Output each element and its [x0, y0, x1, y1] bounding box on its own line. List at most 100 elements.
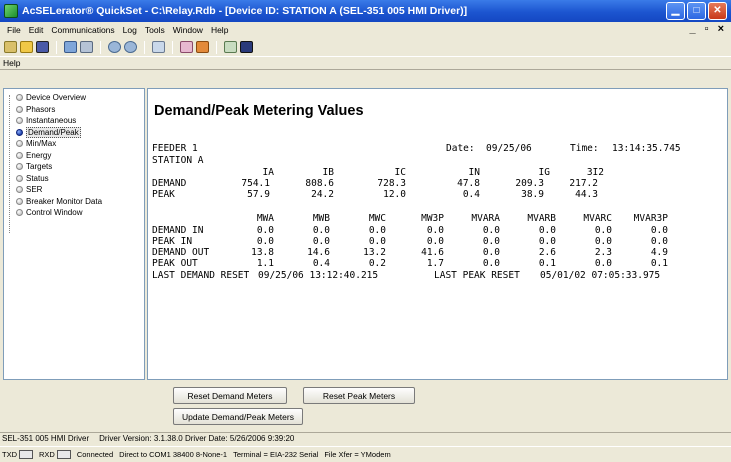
save-icon[interactable] — [36, 41, 49, 53]
table-cell: 0.0 — [538, 236, 556, 247]
table-cell: 808.6 — [305, 178, 334, 189]
nav-item-breaker-monitor-data[interactable]: Breaker Monitor Data — [4, 196, 144, 208]
nav-item-control-window[interactable]: Control Window — [4, 207, 144, 219]
table-cell: 0.2 — [368, 258, 386, 269]
col-header-mwa: MWA — [256, 213, 274, 224]
port-settings: Direct to COM1 38400 8-None-1 — [119, 449, 228, 459]
row-label-demand-out: DEMAND OUT — [152, 247, 210, 258]
terminal-icon[interactable] — [152, 41, 165, 53]
date-value: 09/25/06 — [486, 143, 532, 154]
menu-help[interactable]: Help — [207, 25, 232, 35]
table-cell: 0.1 — [538, 258, 556, 269]
read-icon[interactable] — [64, 41, 77, 53]
col-header-ic: IC — [394, 167, 406, 178]
feeder-label: FEEDER 1 — [152, 143, 198, 154]
table-cell: 0.0 — [594, 225, 612, 236]
help-search-icon[interactable] — [224, 41, 237, 53]
open-folder-icon[interactable] — [20, 41, 33, 53]
time-value: 13:14:35.745 — [612, 143, 681, 154]
nav-item-instantaneous[interactable]: Instantaneous — [4, 115, 144, 127]
rxd-indicator: RXD — [39, 448, 71, 462]
radio-dot-icon — [16, 209, 23, 216]
table-cell: 47.8 — [457, 178, 480, 189]
radio-dot-selected-icon — [16, 128, 23, 136]
help-bar[interactable]: Help — [0, 56, 731, 70]
table-cell: 0.4 — [312, 258, 330, 269]
new-settings-icon[interactable] — [4, 41, 17, 53]
radio-dot-icon — [16, 186, 23, 193]
table-cell: 0.0 — [650, 225, 668, 236]
last-peak-reset-label: LAST PEAK RESET — [434, 270, 520, 281]
col-header-ig: IG — [538, 167, 550, 178]
menu-tools[interactable]: Tools — [141, 25, 169, 35]
row-label-peak: PEAK — [152, 189, 175, 200]
col-header-mw3p: MW3P — [421, 213, 444, 224]
update-demand-peak-meters-button[interactable]: Update Demand/Peak Meters — [173, 408, 303, 425]
table-cell: 41.6 — [421, 247, 444, 258]
menu-window[interactable]: Window — [169, 25, 207, 35]
mdi-child-controls[interactable]: _ ▫ × — [689, 23, 727, 35]
table-cell: 14.6 — [307, 247, 330, 258]
monitor-icon[interactable] — [240, 41, 253, 53]
table-cell: 0.0 — [256, 236, 274, 247]
hmi-icon[interactable] — [180, 41, 193, 53]
menu-log[interactable]: Log — [119, 25, 141, 35]
radio-dot-icon — [16, 140, 23, 147]
nav-item-demand-peak[interactable]: Demand/Peak — [4, 126, 144, 139]
nav-label: SER — [26, 185, 43, 195]
table-cell: 0.0 — [482, 258, 500, 269]
disconnect-icon[interactable] — [124, 41, 137, 53]
nav-item-phasors[interactable]: Phasors — [4, 104, 144, 116]
file-transfer-setting: File Xfer = YModem — [324, 449, 391, 459]
txd-led-icon — [19, 450, 33, 460]
table-cell: 0.4 — [462, 189, 480, 200]
nav-item-status[interactable]: Status — [4, 173, 144, 185]
table-cell: 2.3 — [594, 247, 612, 258]
table-cell: 2.6 — [538, 247, 556, 258]
nav-item-targets[interactable]: Targets — [4, 161, 144, 173]
table-cell: 4.9 — [650, 247, 668, 258]
nav-item-ser[interactable]: SER — [4, 184, 144, 196]
app-icon — [4, 4, 18, 18]
driver-name: SEL-351 005 HMI Driver — [2, 434, 90, 443]
connect-icon[interactable] — [108, 41, 121, 53]
close-button[interactable]: ✕ — [708, 2, 727, 20]
table-cell: 0.0 — [312, 236, 330, 247]
table-cell: 0.0 — [482, 247, 500, 258]
table-cell: 0.0 — [312, 225, 330, 236]
radio-dot-icon — [16, 151, 23, 159]
table-cell: 0.0 — [426, 236, 444, 247]
time-label: Time: — [570, 143, 599, 154]
reset-demand-meters-button[interactable]: Reset Demand Meters — [173, 387, 287, 404]
nav-item-device-overview[interactable]: Device Overview — [4, 92, 144, 104]
col-header-mvara: MVARA — [471, 213, 500, 224]
col-header-ib: IB — [322, 167, 334, 178]
nav-item-energy[interactable]: Energy — [4, 150, 144, 162]
terminal-setting: Terminal = EIA-232 Serial — [233, 449, 319, 459]
menu-file[interactable]: File — [3, 25, 25, 35]
send-icon[interactable] — [80, 41, 93, 53]
toolbar-separator — [100, 40, 101, 54]
txd-label: TXD — [2, 449, 17, 459]
table-cell: 0.0 — [482, 236, 500, 247]
menu-edit[interactable]: Edit — [25, 25, 48, 35]
table-cell: 44.3 — [575, 189, 598, 200]
reset-peak-meters-button[interactable]: Reset Peak Meters — [303, 387, 415, 404]
toolbar-separator — [172, 40, 173, 54]
driver-version: Driver Version: 3.1.38.0 Driver Date: 5/… — [99, 434, 295, 443]
table-cell: 1.7 — [426, 258, 444, 269]
window-controls: ▁ □ ✕ — [666, 2, 727, 20]
status-bar-connection: TXD RXD Connected Direct to COM1 38400 8… — [0, 446, 731, 462]
toolbar-separator — [144, 40, 145, 54]
last-demand-reset-label: LAST DEMAND RESET — [152, 270, 250, 281]
table-cell: 0.0 — [594, 236, 612, 247]
table-cell: 12.0 — [383, 189, 406, 200]
maximize-button[interactable]: □ — [687, 2, 706, 20]
minimize-button[interactable]: ▁ — [666, 2, 685, 20]
nav-item-min-max[interactable]: Min/Max — [4, 138, 144, 150]
events-icon[interactable] — [196, 41, 209, 53]
toolbar — [0, 38, 731, 56]
nav-label: Energy — [26, 150, 52, 160]
menu-communications[interactable]: Communications — [47, 25, 118, 35]
col-header-mvarc: MVARC — [583, 213, 612, 224]
